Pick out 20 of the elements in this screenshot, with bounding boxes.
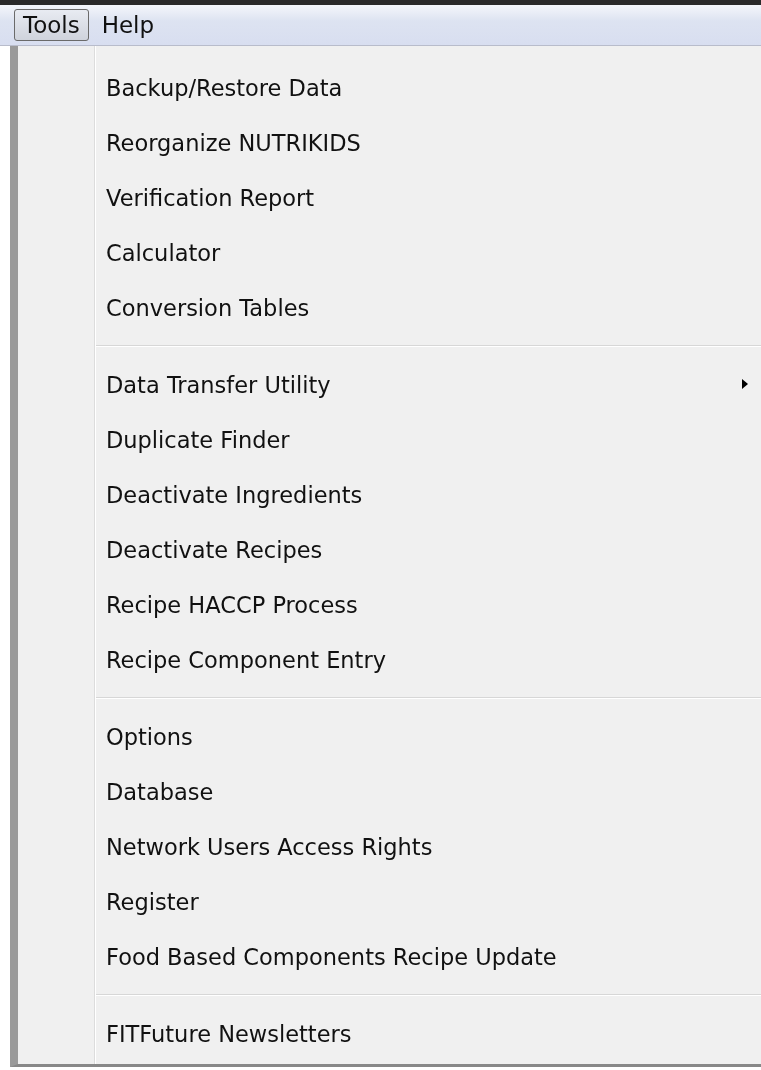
menu-item[interactable]: Deactivate Ingredients (18, 467, 761, 522)
menu-item[interactable]: Backup/Restore Data (18, 60, 761, 115)
menu-item[interactable]: Network Users Access Rights (18, 819, 761, 874)
menu-item[interactable]: Options (18, 709, 761, 764)
menu-bar-item[interactable]: Help (92, 9, 164, 41)
menu-item[interactable]: Recipe HACCP Process (18, 577, 761, 632)
menu-item[interactable]: Register (18, 874, 761, 929)
menu-item[interactable]: Reorganize NUTRIKIDS (18, 115, 761, 170)
menu-item[interactable]: Calculator (18, 225, 761, 280)
menu-item[interactable]: FITFuture Newsletters (18, 1006, 761, 1061)
menu-item[interactable]: Data Transfer Utility (18, 357, 761, 412)
menu-bar-item[interactable]: Tools (14, 9, 89, 41)
submenu-arrow-icon (741, 378, 749, 390)
menu-item[interactable]: Food Based Components Recipe Update (18, 929, 761, 984)
menu-item[interactable]: Conversion Tables (18, 280, 761, 335)
menu-item[interactable]: Duplicate Finder (18, 412, 761, 467)
menu-item[interactable]: Deactivate Recipes (18, 522, 761, 577)
menu-item[interactable]: Recipe Component Entry (18, 632, 761, 687)
menu-item[interactable]: Database (18, 764, 761, 819)
menu-item[interactable]: Verification Report (18, 170, 761, 225)
